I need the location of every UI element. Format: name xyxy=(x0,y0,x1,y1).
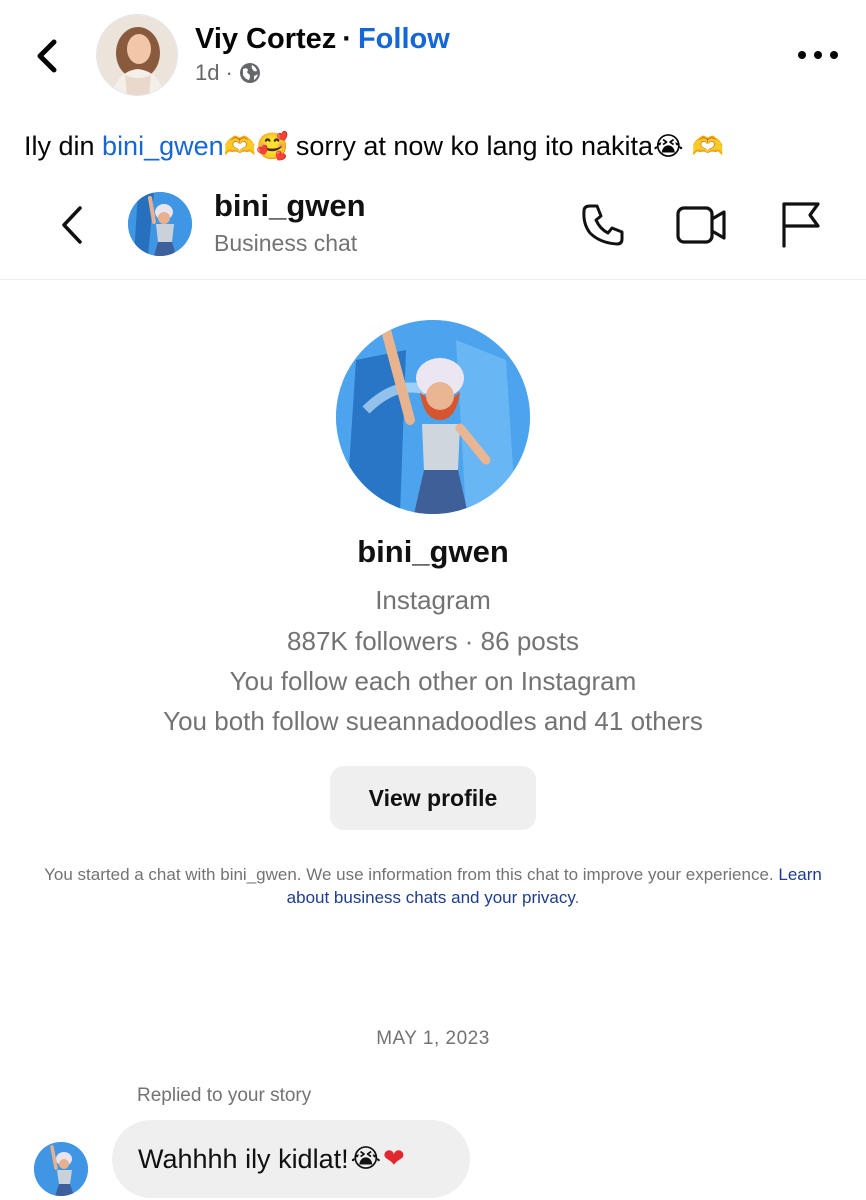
disclaimer-end: . xyxy=(574,888,580,907)
caption-emoji: 😭 🫶 xyxy=(653,132,725,162)
post-header: Viy Cortez · Follow 1d · xyxy=(0,0,866,110)
caption-prefix: Ily din xyxy=(24,131,103,161)
chat-subtitle: Business chat xyxy=(214,230,358,256)
follow-button[interactable]: Follow xyxy=(358,23,450,55)
disclaimer-text: You started a chat with bini_gwen. We us… xyxy=(44,865,779,884)
dot xyxy=(830,51,838,59)
meta-separator: · xyxy=(225,60,233,85)
video-call-icon xyxy=(676,206,726,244)
message-emoji: 😭 xyxy=(350,1144,381,1174)
author-avatar[interactable] xyxy=(96,14,178,96)
call-icon xyxy=(582,204,624,246)
message-avatar xyxy=(34,1142,88,1196)
author-line: Viy Cortez · Follow xyxy=(195,22,450,56)
date-separator: MAY 1, 2023 xyxy=(376,1028,490,1049)
name-separator: · xyxy=(342,23,352,55)
report-flag-icon xyxy=(782,202,820,248)
chat-avatar xyxy=(128,192,192,256)
chat-header: bini_gwen Business chat xyxy=(0,180,866,280)
caption-emoji: 🫶🥰 xyxy=(223,132,289,162)
post-caption: Ily din bini_gwen🫶🥰 sorry at now ko lang… xyxy=(24,128,724,165)
attached-screenshot[interactable]: bini_gwen Business chat bini_gwen Instag… xyxy=(0,180,866,1200)
profile-platform: Instagram xyxy=(375,585,491,615)
author-name[interactable]: Viy Cortez xyxy=(195,23,336,55)
mutual-friends-text: You both follow sueannadoodles and 41 ot… xyxy=(163,706,703,736)
business-chat-disclaimer: You started a chat with bini_gwen. We us… xyxy=(40,863,826,909)
profile-photo xyxy=(336,320,530,514)
back-chevron-icon xyxy=(62,206,82,244)
globe-icon xyxy=(239,63,260,83)
view-profile-button: View profile xyxy=(330,766,536,830)
more-options-icon[interactable] xyxy=(798,38,838,72)
post-time[interactable]: 1d xyxy=(195,60,219,86)
back-chevron-icon[interactable] xyxy=(28,34,68,78)
message-text: Wahhhh ily kidlat! xyxy=(138,1143,349,1174)
reply-context: Replied to your story xyxy=(137,1085,312,1106)
chat-username: bini_gwen xyxy=(214,188,366,223)
mutual-follow-text: You follow each other on Instagram xyxy=(229,666,637,696)
profile-stats: 887K followers · 86 posts xyxy=(287,626,579,656)
message-bubble: Wahhhh ily kidlat! 😭 ❤ xyxy=(112,1120,470,1198)
post-meta: 1d · xyxy=(195,60,261,86)
dot xyxy=(798,51,806,59)
caption-mention[interactable]: bini_gwen xyxy=(102,131,224,161)
caption-text: sorry at now ko lang ito nakita xyxy=(288,131,654,161)
dot xyxy=(814,51,822,59)
profile-username: bini_gwen xyxy=(357,534,509,569)
heart-icon: ❤ xyxy=(383,1144,405,1174)
